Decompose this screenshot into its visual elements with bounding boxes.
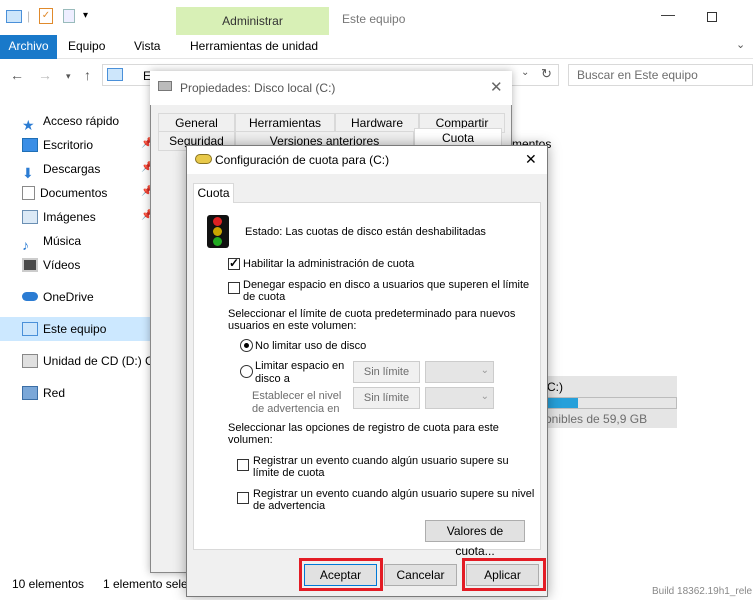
cd-drive-icon (22, 353, 38, 368)
drive-usage-fill (544, 398, 578, 408)
sidebar-item-acceso-rapido[interactable]: ★ Acceso rápido (22, 109, 119, 133)
item-count: 10 elementos (12, 577, 85, 591)
documents-icon (22, 185, 35, 200)
minimize-icon[interactable]: — (661, 6, 675, 22)
tab-vista[interactable]: Vista (126, 35, 168, 59)
highlight-ok (299, 558, 383, 591)
limit-value-field[interactable]: Sin límite (353, 361, 420, 383)
close-icon[interactable]: ✕ (490, 78, 503, 96)
sidebar-item-onedrive[interactable]: OneDrive (22, 285, 94, 307)
pictures-icon (22, 209, 38, 224)
download-icon: ⬇ (22, 164, 34, 181)
new-folder-icon[interactable] (63, 9, 75, 23)
chevron-down-icon: ⌄ (480, 365, 489, 376)
tab-quota[interactable]: Cuota (193, 183, 234, 203)
separator: | (27, 9, 31, 23)
limit-space-radio[interactable] (240, 365, 253, 378)
forward-arrow-icon[interactable]: → (38, 67, 52, 83)
properties-title-bar: Propiedades: Disco local (C:) ✕ (150, 71, 512, 105)
videos-icon (22, 257, 38, 272)
enable-quota-label: Habilitar la administración de cuota (243, 258, 415, 270)
window-title: Este equipo (342, 12, 406, 26)
log-exceed-limit-label-2: límite de cuota (253, 467, 325, 479)
highlight-apply (462, 558, 546, 591)
log-exceed-warning-checkbox[interactable] (237, 492, 249, 504)
desktop-icon (22, 137, 38, 152)
deny-space-checkbox[interactable] (228, 282, 240, 294)
back-arrow-icon[interactable]: ← (10, 67, 24, 83)
close-icon[interactable]: ✕ (525, 151, 537, 168)
sidebar-item-descargas[interactable]: ⬇ Descargas (22, 157, 100, 181)
ribbon-tabs: Archivo Equipo Vista Herramientas de uni… (0, 35, 753, 59)
no-limit-label: No limitar uso de disco (255, 340, 367, 352)
log-exceed-warning-label-2: de advertencia (253, 500, 326, 512)
customize-toolbar-icon[interactable]: ▾ (83, 10, 88, 21)
default-limit-heading: Seleccionar el límite de cuota predeterm… (228, 308, 516, 320)
up-arrow-icon[interactable]: ↑ (84, 67, 91, 83)
properties-title: Propiedades: Disco local (C:) (180, 81, 336, 95)
logging-heading: Seleccionar las opciones de registro de … (228, 422, 499, 434)
limit-space-label-2: disco a (255, 373, 290, 385)
no-limit-radio[interactable] (240, 339, 253, 352)
drive-icon (158, 81, 172, 91)
tab-herramientas-unidad[interactable]: Herramientas de unidad (182, 35, 326, 59)
quota-title-bar: Configuración de cuota para (C:) ✕ (187, 146, 547, 174)
sidebar-item-imagenes[interactable]: Imágenes (22, 205, 96, 227)
drive-free-space: onibles de 59,9 GB (545, 412, 648, 426)
sidebar-item-musica[interactable]: ♪ Música (22, 229, 81, 253)
warning-value-field[interactable]: Sin límite (353, 387, 420, 409)
cancel-button[interactable]: Cancelar (384, 564, 457, 586)
tab-hardware[interactable]: Hardware (335, 113, 419, 133)
warning-level-label: Establecer el nivel (252, 390, 342, 402)
logging-heading-2: volumen: (228, 434, 273, 446)
drive-label: C:) (547, 380, 563, 394)
warning-level-label-2: de advertencia en (252, 403, 340, 415)
deny-space-label-2: de cuota (243, 291, 286, 303)
explorer-title-bar: | ✓ ▾ Administrar Este equipo — (0, 0, 753, 35)
log-exceed-limit-checkbox[interactable] (237, 459, 249, 471)
network-icon (22, 385, 38, 400)
deny-space-label: Denegar espacio en disco a usuarios que … (243, 279, 530, 291)
computer-icon (22, 321, 38, 336)
address-dropdown-icon[interactable]: ⌄ (521, 67, 529, 78)
search-input[interactable]: Buscar en Este equipo (568, 64, 753, 86)
computer-icon (107, 68, 123, 81)
tab-equipo[interactable]: Equipo (60, 35, 113, 59)
limit-space-label: Limitar espacio en (255, 360, 345, 372)
recent-locations-icon[interactable]: ▾ (66, 71, 71, 82)
build-watermark: Build 18362.19h1_rele (652, 586, 753, 597)
quota-entries-button[interactable]: Valores de cuota... (425, 520, 525, 558)
tab-archivo[interactable]: Archivo (0, 35, 57, 59)
quota-title: Configuración de cuota para (C:) (215, 153, 390, 167)
quota-status: Estado: Las cuotas de disco están deshab… (245, 226, 486, 238)
default-limit-heading-2: usuarios en este volumen: (228, 320, 357, 332)
expand-ribbon-icon[interactable]: ⌄ (736, 38, 745, 51)
properties-quick-icon[interactable]: ✓ (39, 8, 53, 24)
context-tab-administrar[interactable]: Administrar (176, 7, 329, 35)
disk-quota-icon (195, 154, 212, 164)
warning-unit-select[interactable]: ⌄ (425, 387, 494, 409)
computer-icon (6, 10, 22, 23)
star-icon: ★ (22, 116, 35, 133)
sidebar-item-documentos[interactable]: Documentos (22, 181, 107, 203)
sidebar-item-red[interactable]: Red (22, 381, 65, 403)
sidebar-item-escritorio[interactable]: Escritorio (22, 133, 93, 155)
log-exceed-warning-label: Registrar un evento cuando algún usuario… (253, 488, 535, 500)
sidebar-item-cd-drive[interactable]: Unidad de CD (D:) Cl (22, 349, 156, 371)
refresh-icon[interactable]: ↻ (541, 66, 552, 82)
tab-general[interactable]: General (158, 113, 235, 133)
maximize-icon[interactable] (707, 12, 717, 22)
tab-herramientas[interactable]: Herramientas (235, 113, 335, 133)
enable-quota-checkbox[interactable] (228, 256, 240, 270)
sidebar-item-este-equipo[interactable]: Este equipo (22, 317, 106, 339)
chevron-down-icon: ⌄ (480, 391, 489, 402)
traffic-light-icon (207, 215, 229, 248)
cloud-icon (22, 292, 38, 302)
selected-count: 1 elemento sele (103, 577, 188, 591)
limit-unit-select[interactable]: ⌄ (425, 361, 494, 383)
music-icon: ♪ (22, 236, 29, 253)
sidebar-item-videos[interactable]: Vídeos (22, 253, 80, 275)
log-exceed-limit-label: Registrar un evento cuando algún usuario… (253, 455, 509, 467)
